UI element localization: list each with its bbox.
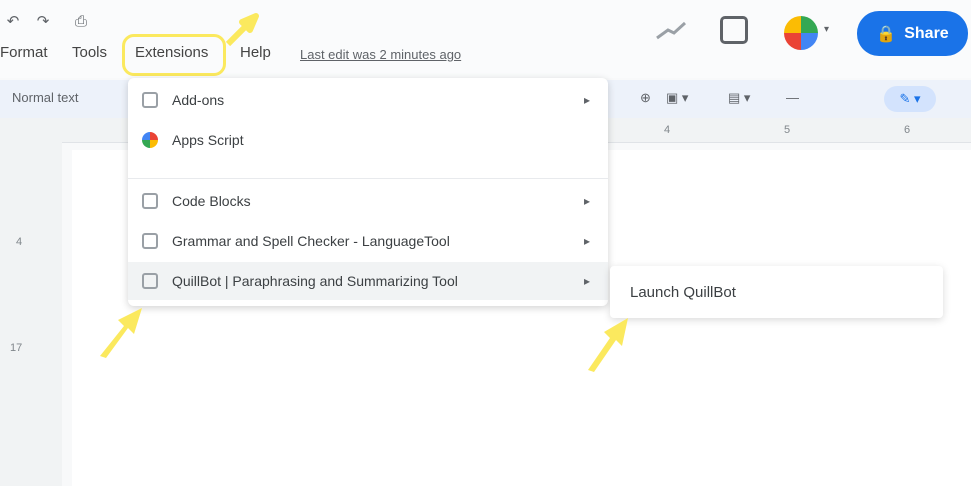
ruler-tick: 4 bbox=[664, 124, 671, 136]
addon-icon bbox=[142, 233, 158, 249]
ruler-tick: 6 bbox=[904, 124, 911, 136]
addon-icon bbox=[142, 273, 158, 289]
chevron-right-icon: ▸ bbox=[583, 93, 590, 107]
chevron-right-icon: ▸ bbox=[583, 194, 590, 208]
annotation-arrow-icon bbox=[578, 310, 638, 378]
vertical-ruler bbox=[0, 142, 62, 486]
style-select[interactable]: Normal text bbox=[12, 90, 78, 105]
menu-item-addons[interactable]: Add-ons ▸ bbox=[128, 81, 608, 119]
ruler-tick: 5 bbox=[784, 124, 791, 136]
menu-divider bbox=[128, 178, 608, 179]
menu-tools[interactable]: Tools bbox=[72, 44, 107, 61]
vruler-number: 17 bbox=[10, 342, 23, 354]
more-icon[interactable]: — bbox=[786, 90, 799, 105]
print-icon[interactable]: ⎙ bbox=[68, 8, 94, 34]
vruler-number: 4 bbox=[16, 236, 23, 248]
apps-script-icon bbox=[142, 132, 158, 148]
addon-icon bbox=[142, 193, 158, 209]
extensions-dropdown: Add-ons ▸ Apps Script Code Blocks ▸ Gram… bbox=[128, 78, 608, 306]
submenu-item-launch-quillbot[interactable]: Launch QuillBot bbox=[630, 284, 736, 301]
extensions-highlight-box bbox=[122, 34, 226, 76]
comment-icon[interactable] bbox=[720, 16, 748, 44]
menu-item-quillbot[interactable]: QuillBot | Paraphrasing and Summarizing … bbox=[128, 262, 608, 300]
chevron-down-icon[interactable]: ▾ bbox=[824, 24, 829, 35]
annotation-arrow-icon bbox=[222, 10, 262, 50]
link-icon[interactable]: ⊕ bbox=[640, 90, 651, 106]
image-icon[interactable]: ▣ ▾ bbox=[666, 90, 688, 106]
menu-format[interactable]: Format bbox=[0, 44, 48, 61]
quillbot-submenu: Launch QuillBot bbox=[610, 266, 943, 318]
chevron-right-icon: ▸ bbox=[583, 274, 590, 288]
undo-icon[interactable]: ↶ bbox=[0, 8, 26, 34]
align-icon[interactable]: ▤ ▾ bbox=[728, 90, 750, 106]
share-button[interactable]: 🔒 Share bbox=[857, 11, 968, 56]
addon-icon bbox=[142, 92, 158, 108]
edit-mode-icon[interactable]: ✎ ▾ bbox=[884, 86, 936, 112]
menu-item-languagetool[interactable]: Grammar and Spell Checker - LanguageTool… bbox=[128, 222, 608, 260]
last-edit-link[interactable]: Last edit was 2 minutes ago bbox=[300, 47, 461, 62]
meet-icon[interactable] bbox=[784, 16, 818, 50]
lock-icon: 🔒 bbox=[876, 25, 897, 43]
menu-item-code-blocks[interactable]: Code Blocks ▸ bbox=[128, 182, 608, 220]
menu-item-apps-script[interactable]: Apps Script bbox=[128, 121, 608, 159]
trend-icon[interactable] bbox=[654, 18, 688, 42]
chevron-right-icon: ▸ bbox=[583, 234, 590, 248]
redo-icon[interactable]: ↷ bbox=[30, 8, 56, 34]
annotation-arrow-icon bbox=[90, 300, 150, 364]
